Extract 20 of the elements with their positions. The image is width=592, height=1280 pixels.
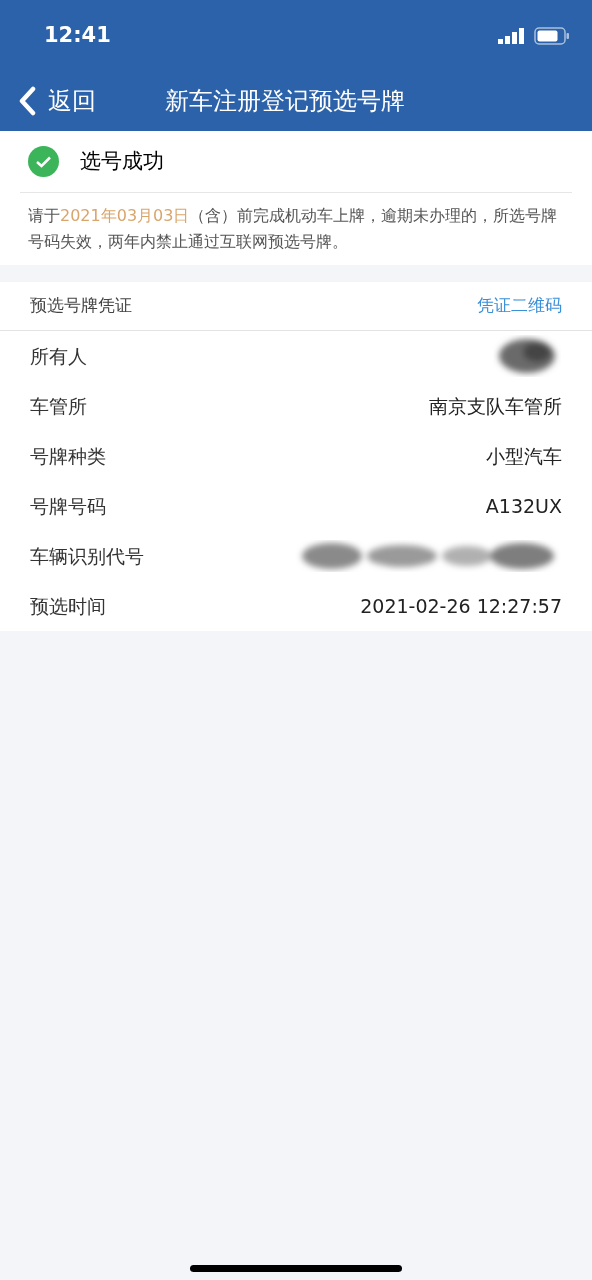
qr-code-link[interactable]: 凭证二维码 — [477, 293, 562, 319]
section-title: 预选号牌凭证 — [30, 294, 132, 318]
notice-text: 请于2021年03月03日（含）前完成机动车上牌，逾期未办理的，所选号牌号码失效，两年内禁止通过互联网预选号牌。 — [27, 205, 559, 253]
signal-icon — [498, 28, 526, 44]
page-title: 新车注册登记预选号牌 — [165, 85, 405, 117]
field-value: 小型汽车 — [486, 443, 562, 469]
field-value: A132UX — [485, 493, 562, 519]
status-time: 12:41 — [44, 22, 111, 50]
battery-icon — [534, 27, 570, 45]
back-button[interactable]: 返回 — [0, 82, 96, 119]
field-value: 2021-02-26 12:27:57 — [360, 593, 562, 619]
field-label: 号牌种类 — [30, 443, 106, 469]
chevron-left-icon — [18, 85, 36, 116]
field-label: 车辆识别代号 — [30, 543, 144, 569]
field-label: 预选时间 — [30, 593, 106, 619]
field-label: 车管所 — [30, 393, 87, 419]
field-value: 南京支队车管所 — [429, 393, 562, 419]
result-title: 选号成功 — [80, 147, 164, 175]
field-label: 所有人 — [30, 343, 87, 369]
field-label: 号牌号码 — [30, 493, 106, 519]
